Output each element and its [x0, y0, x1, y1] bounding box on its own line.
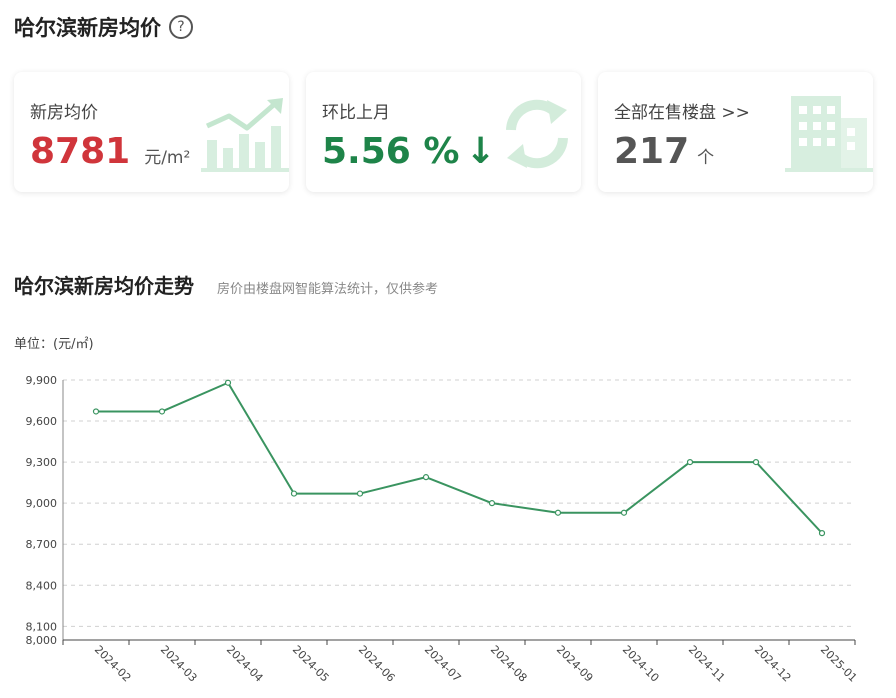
x-tick-label: 2024-10 — [620, 643, 662, 685]
help-icon[interactable]: ? — [169, 15, 193, 39]
data-point — [290, 490, 298, 497]
data-point — [356, 490, 364, 497]
x-tick-label: 2025-01 — [818, 643, 860, 685]
data-point — [224, 379, 232, 386]
x-tick-label: 2024-09 — [554, 643, 596, 685]
price-trend-chart: 8,0008,100 8,400 8,700 9,000 9,300 9,600 9,900… — [26, 374, 860, 685]
data-point — [422, 474, 430, 481]
mom-change-card: 环比上月 5.56 % ↓ — [306, 72, 581, 192]
data-point — [158, 408, 166, 415]
avg-price-card: 新房均价 8781 元/m² — [14, 72, 289, 192]
y-tick-label: 9,900 — [26, 374, 58, 387]
data-point — [488, 500, 496, 507]
data-point — [818, 530, 826, 537]
avg-price-unit: 元/m² — [144, 148, 191, 168]
avg-price-value-row: 8781 元/m² — [30, 132, 190, 178]
data-point — [620, 509, 628, 516]
x-tick-label: 2024-06 — [356, 643, 398, 685]
trend-note: 房价由楼盘网智能算法统计，仅供参考 — [217, 282, 439, 297]
on-sale-label[interactable]: 全部在售楼盘 >> — [614, 98, 750, 123]
on-sale-unit: 个 — [697, 148, 715, 168]
y-tick-label: 8,000 — [26, 634, 58, 647]
y-tick-label: 8,400 — [26, 579, 58, 592]
on-sale-card[interactable]: 全部在售楼盘 >> 217 个 — [598, 72, 873, 192]
avg-price-value: 8781 — [30, 131, 131, 172]
down-arrow-icon: ↓ — [465, 131, 496, 172]
x-tick-label: 2024-07 — [422, 643, 464, 685]
on-sale-value-row: 217 个 — [614, 132, 714, 178]
refresh-cycle-icon — [506, 99, 568, 169]
trend-title: 哈尔滨新房均价走势 — [14, 274, 194, 298]
y-tick-label: 8,700 — [26, 538, 58, 551]
y-tick-label: 9,000 — [26, 497, 58, 510]
data-point — [554, 509, 562, 516]
series-line — [96, 381, 823, 534]
building-icon — [785, 96, 873, 172]
x-tick-label: 2024-03 — [158, 643, 200, 685]
x-tick-label: 2024-08 — [488, 643, 530, 685]
on-sale-value: 217 — [614, 131, 690, 172]
data-point — [92, 408, 100, 415]
y-tick-label: 9,300 — [26, 456, 58, 469]
mom-change-label: 环比上月 — [322, 103, 390, 123]
y-tick-label: 8,100 — [26, 620, 58, 633]
mom-change-value: 5.56 % — [322, 131, 460, 172]
chart-growth-icon — [201, 98, 289, 172]
x-tick-label: 2024-11 — [686, 643, 728, 685]
x-tick-label: 2024-12 — [752, 643, 794, 685]
x-tick-label: 2024-02 — [92, 643, 134, 685]
x-tick-label: 2024-04 — [224, 643, 266, 685]
x-tick-label: 2024-05 — [290, 643, 332, 685]
mom-change-value-row: 5.56 % ↓ — [322, 132, 496, 172]
data-point — [686, 459, 694, 466]
page-title: 哈尔滨新房均价 ? — [14, 12, 193, 42]
data-point — [752, 459, 760, 466]
y-tick-label: 9,600 — [26, 415, 58, 428]
avg-price-label: 新房均价 — [30, 103, 98, 123]
page-title-text: 哈尔滨新房均价 — [14, 16, 161, 40]
chart-unit-label: 单位：(元/㎡) — [14, 337, 94, 352]
